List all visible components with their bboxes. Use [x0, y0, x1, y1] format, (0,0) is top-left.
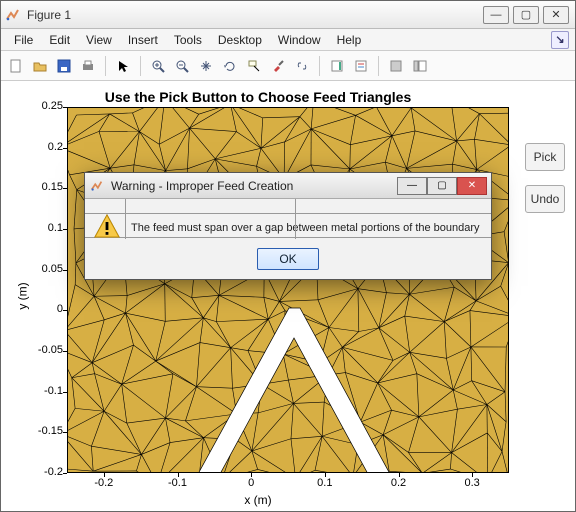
y-tick-label: -0.15 — [25, 425, 63, 437]
link-button[interactable] — [291, 55, 313, 77]
menu-insert[interactable]: Insert — [121, 31, 165, 49]
print-button[interactable] — [77, 55, 99, 77]
new-figure-button[interactable] — [5, 55, 27, 77]
window-title: Figure 1 — [27, 8, 483, 22]
pointer-button[interactable] — [112, 55, 134, 77]
insert-colorbar-button[interactable] — [326, 55, 348, 77]
save-button[interactable] — [53, 55, 75, 77]
y-axis-label: y (m) — [16, 282, 30, 309]
menu-help[interactable]: Help — [330, 31, 369, 49]
menu-edit[interactable]: Edit — [42, 31, 77, 49]
y-tick-label: 0.2 — [25, 141, 63, 153]
y-tick-label: 0 — [25, 303, 63, 315]
dialog-maximize-button[interactable]: ▢ — [427, 177, 457, 195]
menubar: File Edit View Insert Tools Desktop Wind… — [1, 29, 575, 51]
x-tick-label: -0.2 — [89, 477, 119, 489]
dock-icon[interactable]: ↘ — [551, 31, 569, 49]
matlab-icon — [89, 178, 105, 194]
maximize-button[interactable]: ▢ — [513, 6, 539, 24]
y-tick-label: -0.05 — [25, 344, 63, 356]
dialog-close-button[interactable]: ✕ — [457, 177, 487, 195]
y-tick-label: -0.2 — [25, 466, 63, 478]
menu-window[interactable]: Window — [271, 31, 328, 49]
x-tick-label: -0.1 — [163, 477, 193, 489]
datacursor-button[interactable] — [243, 55, 265, 77]
warning-icon — [93, 213, 121, 242]
minimize-button[interactable]: — — [483, 6, 509, 24]
insert-legend-button[interactable] — [350, 55, 372, 77]
y-tick-label: 0.05 — [25, 263, 63, 275]
x-axis-label: x (m) — [1, 493, 515, 507]
x-tick-label: 0 — [236, 477, 266, 489]
pick-button[interactable]: Pick — [525, 143, 565, 171]
menu-desktop[interactable]: Desktop — [211, 31, 269, 49]
window-controls: — ▢ ✕ — [483, 6, 569, 24]
close-button[interactable]: ✕ — [543, 6, 569, 24]
open-button[interactable] — [29, 55, 51, 77]
dialog-title: Warning - Improper Feed Creation — [111, 179, 397, 193]
brush-button[interactable] — [267, 55, 289, 77]
menu-tools[interactable]: Tools — [167, 31, 209, 49]
x-tick-label: 0.3 — [457, 477, 487, 489]
plot-area: Use the Pick Button to Choose Feed Trian… — [1, 81, 575, 511]
side-buttons: Pick Undo — [525, 143, 565, 213]
pan-button[interactable] — [195, 55, 217, 77]
y-tick-label: 0.15 — [25, 181, 63, 193]
zoom-out-button[interactable] — [171, 55, 193, 77]
x-tick-label: 0.2 — [384, 477, 414, 489]
matlab-icon — [5, 7, 21, 23]
dialog-titlebar[interactable]: Warning - Improper Feed Creation — ▢ ✕ — [85, 173, 491, 199]
dialog-grid-decoration — [85, 199, 491, 279]
titlebar[interactable]: Figure 1 — ▢ ✕ — [1, 1, 575, 29]
show-plot-tools-button[interactable] — [409, 55, 431, 77]
y-tick-label: -0.1 — [25, 385, 63, 397]
y-tick-label: 0.1 — [25, 222, 63, 234]
hide-plot-tools-button[interactable] — [385, 55, 407, 77]
mesh-plot — [68, 108, 509, 473]
menu-view[interactable]: View — [79, 31, 119, 49]
dialog-body: The feed must span over a gap between me… — [85, 199, 491, 279]
x-tick-label: 0.1 — [310, 477, 340, 489]
dialog-minimize-button[interactable]: — — [397, 177, 427, 195]
plot-title: Use the Pick Button to Choose Feed Trian… — [1, 89, 515, 105]
undo-button[interactable]: Undo — [525, 185, 565, 213]
toolbar — [1, 51, 575, 81]
rotate-button[interactable] — [219, 55, 241, 77]
warning-dialog: Warning - Improper Feed Creation — ▢ ✕ T… — [84, 172, 492, 280]
zoom-in-button[interactable] — [147, 55, 169, 77]
menu-file[interactable]: File — [7, 31, 40, 49]
axes[interactable] — [67, 107, 509, 473]
y-tick-label: 0.25 — [25, 100, 63, 112]
